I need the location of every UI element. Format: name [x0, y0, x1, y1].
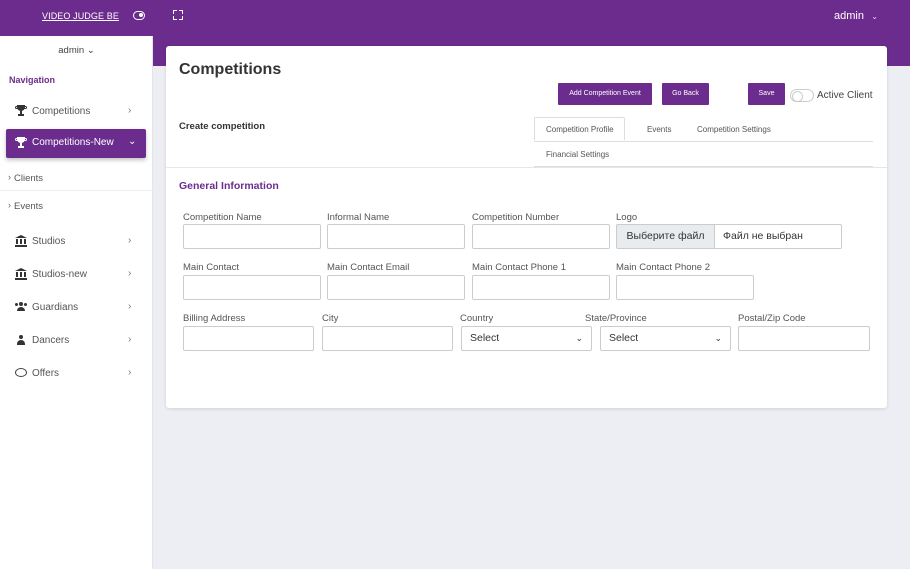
informal-name-input[interactable] — [327, 224, 465, 249]
chevron-right-icon: › — [128, 334, 132, 345]
sidebar-item-label: Competitions — [32, 106, 91, 117]
main-contact-email-input[interactable] — [327, 275, 465, 300]
main-contact-email-label: Main Contact Email — [327, 262, 410, 273]
competition-number-input[interactable] — [472, 224, 610, 249]
logo-label: Logo — [616, 212, 638, 223]
sidebar-item-competitions-new[interactable]: Competitions-New ⌄ — [6, 129, 146, 158]
top-bar: VIDEO JUDGE BE admin ⌄ — [0, 0, 910, 36]
nav-heading: Navigation — [9, 75, 56, 85]
chevron-right-icon: › — [8, 200, 11, 210]
go-back-button[interactable]: Go Back — [662, 83, 709, 105]
billing-address-label: Billing Address — [183, 313, 246, 324]
users-icon — [15, 301, 27, 313]
tab-competition-settings[interactable]: Competition Settings — [697, 125, 771, 134]
file-name-display: Файл не выбран — [714, 224, 842, 249]
main-contact-phone1-label: Main Contact Phone 1 — [472, 262, 567, 273]
main-contact-input[interactable] — [183, 275, 321, 300]
country-select[interactable]: Select ⌄ — [461, 326, 592, 351]
sidebar-item-label: Offers — [32, 368, 60, 379]
sidebar-subitem-clients[interactable]: › Clients — [0, 167, 153, 191]
chevron-right-icon: › — [128, 235, 132, 246]
section-divider — [166, 167, 887, 168]
chevron-down-icon[interactable]: ⌄ — [871, 12, 878, 21]
competition-name-label: Competition Name — [183, 212, 262, 223]
choose-file-button[interactable]: Выберите файл — [616, 224, 714, 249]
city-label: City — [322, 313, 339, 324]
sidebar: admin ⌄ Navigation Competitions › Compet… — [0, 36, 153, 569]
section-title: General Information — [179, 180, 279, 192]
city-input[interactable] — [322, 326, 453, 351]
chevron-down-icon: ⌄ — [714, 333, 722, 343]
chevron-down-icon: ⌄ — [128, 136, 137, 147]
country-selected-value: Select — [470, 332, 500, 344]
informal-name-label: Informal Name — [327, 212, 390, 223]
main-contact-phone1-input[interactable] — [472, 275, 610, 300]
chat-bubble-icon — [15, 367, 27, 379]
chevron-right-icon: › — [8, 172, 11, 182]
sidebar-item-offers[interactable]: Offers › — [0, 362, 153, 386]
trophy-icon — [15, 137, 27, 149]
country-label: Country — [460, 313, 494, 324]
state-select[interactable]: Select ⌄ — [600, 326, 731, 351]
main-contact-phone2-label: Main Contact Phone 2 — [616, 262, 711, 273]
chevron-right-icon: › — [128, 301, 132, 312]
tab-financial-settings[interactable]: Financial Settings — [546, 150, 609, 159]
chevron-right-icon: › — [128, 105, 132, 116]
chevron-right-icon: › — [128, 268, 132, 279]
sidebar-item-label: Guardians — [32, 302, 79, 313]
tab-divider — [534, 141, 873, 142]
competition-name-input[interactable] — [183, 224, 321, 249]
sidebar-item-label: Studios-new — [32, 269, 88, 280]
main-contact-phone2-input[interactable] — [616, 275, 754, 300]
sidebar-item-label: Clients — [14, 173, 44, 184]
add-competition-event-button[interactable]: Add Competition Event — [558, 83, 652, 105]
sidebar-subitem-events[interactable]: › Events — [0, 195, 153, 219]
tab-competition-profile[interactable]: Competition Profile — [534, 117, 625, 140]
sidebar-item-label: Competitions-New — [32, 137, 114, 148]
postal-code-input[interactable] — [738, 326, 870, 351]
sidebar-item-label: Studios — [32, 236, 66, 247]
sidebar-item-dancers[interactable]: Dancers › — [0, 329, 153, 353]
bank-icon — [15, 268, 27, 280]
main-contact-label: Main Contact — [183, 262, 239, 273]
state-label: State/Province — [585, 313, 647, 324]
tab-events[interactable]: Events — [647, 125, 671, 134]
sidebar-item-competitions[interactable]: Competitions › — [0, 100, 153, 124]
sidebar-item-guardians[interactable]: Guardians › — [0, 296, 153, 320]
sidebar-item-label: Dancers — [32, 335, 70, 346]
form-subtitle: Create competition — [179, 121, 266, 132]
trophy-icon — [15, 105, 27, 117]
competition-form-card: Competitions Add Competition Event Go Ba… — [166, 46, 887, 408]
sidebar-item-label: Events — [14, 201, 44, 212]
chevron-right-icon: › — [128, 367, 132, 378]
postal-code-label: Postal/Zip Code — [738, 313, 806, 324]
fullscreen-icon[interactable] — [173, 10, 183, 20]
user-icon — [15, 334, 27, 346]
save-button[interactable]: Save — [748, 83, 785, 105]
sidebar-user-menu[interactable]: admin ⌄ — [0, 45, 153, 56]
chevron-down-icon: ⌄ — [575, 333, 583, 343]
user-menu[interactable]: admin — [834, 10, 864, 22]
billing-address-input[interactable] — [183, 326, 314, 351]
brand-link[interactable]: VIDEO JUDGE BE — [42, 11, 119, 21]
page-title: Competitions — [179, 61, 282, 78]
sidebar-toggle-icon[interactable] — [133, 11, 145, 20]
bank-icon — [15, 235, 27, 247]
competition-number-label: Competition Number — [472, 212, 560, 223]
active-client-label: Active Client — [817, 90, 873, 101]
state-selected-value: Select — [609, 332, 639, 344]
sidebar-item-studios[interactable]: Studios › — [0, 230, 153, 254]
active-client-toggle[interactable] — [790, 89, 814, 102]
sidebar-item-studios-new[interactable]: Studios-new › — [0, 263, 153, 287]
